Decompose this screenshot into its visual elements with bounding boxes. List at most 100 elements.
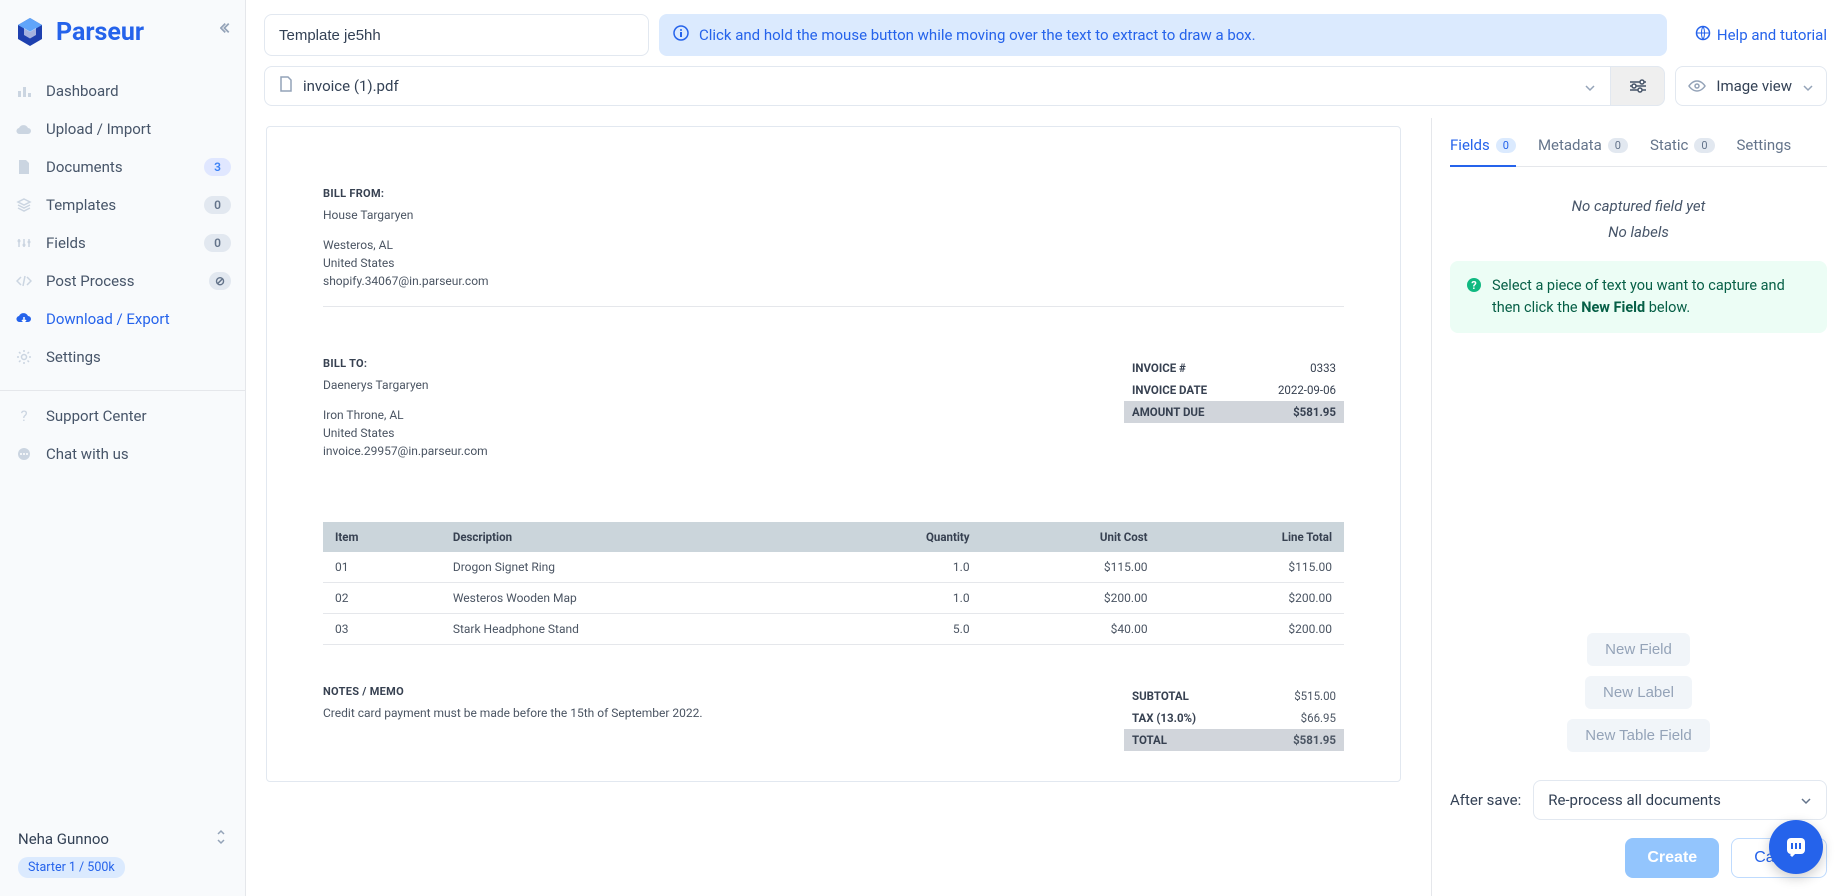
value: 0333 <box>1310 361 1336 375</box>
sidebar-item-settings[interactable]: Settings <box>0 338 245 376</box>
value: $581.95 <box>1293 405 1336 419</box>
new-field-button[interactable]: New Field <box>1587 633 1690 666</box>
cloud-icon <box>14 119 34 139</box>
file-settings-button[interactable] <box>1611 66 1665 106</box>
panel-actions: New Field New Label New Table Field <box>1450 623 1827 762</box>
tab-settings[interactable]: Settings <box>1737 136 1792 166</box>
badge: 0 <box>204 234 231 252</box>
sidebar-item-documents[interactable]: Documents3 <box>0 148 245 186</box>
new-table-field-button[interactable]: New Table Field <box>1567 719 1709 752</box>
svg-text:?: ? <box>1471 279 1477 292</box>
file-icon <box>279 76 293 96</box>
value: 2022-09-06 <box>1278 383 1336 397</box>
template-name-input[interactable] <box>264 14 649 56</box>
cell-desc: Westeros Wooden Map <box>441 583 814 614</box>
label: AMOUNT DUE <box>1132 405 1204 419</box>
label: Download / Export <box>46 310 231 328</box>
col-cost: Unit Cost <box>982 522 1160 552</box>
label: SUBTOTAL <box>1132 689 1189 703</box>
tab-fields[interactable]: Fields 0 <box>1450 136 1516 166</box>
help-tutorial-link[interactable]: Help and tutorial <box>1695 25 1827 45</box>
tip-post: below. <box>1645 299 1690 316</box>
tab-static[interactable]: Static 0 <box>1650 136 1715 166</box>
label: Settings <box>1737 136 1792 154</box>
after-save-select[interactable]: Re-process all documents <box>1533 780 1827 820</box>
label: INVOICE DATE <box>1132 383 1207 397</box>
chevron-down-icon <box>1802 77 1814 96</box>
sidebar-collapse-button[interactable] <box>217 18 237 38</box>
sidebar-item-fields[interactable]: Fields0 <box>0 224 245 262</box>
cell-total: $200.00 <box>1160 614 1344 645</box>
cell-qty: 1.0 <box>814 552 982 583</box>
cell-desc: Drogon Signet Ring <box>441 552 814 583</box>
sidebar-item-post-process[interactable]: Post Process⊘ <box>0 262 245 300</box>
bill-from-email: shopify.34067@in.parseur.com <box>323 274 1344 288</box>
cell-item: 01 <box>323 552 441 583</box>
document-page[interactable]: BILL FROM: House Targaryen Westeros, AL … <box>266 126 1401 782</box>
label: Fields <box>46 234 204 252</box>
cell-desc: Stark Headphone Stand <box>441 614 814 645</box>
new-label-button[interactable]: New Label <box>1585 676 1692 709</box>
label: INVOICE # <box>1132 361 1186 375</box>
layers-icon <box>14 195 34 215</box>
create-button[interactable]: Create <box>1625 838 1719 878</box>
logo-icon <box>14 16 46 48</box>
view-mode-dropdown[interactable]: Image view <box>1675 66 1827 106</box>
file-toolbar: invoice (1).pdf Image view <box>246 66 1845 118</box>
badge: 0 <box>1496 138 1516 153</box>
chevron-down-icon <box>1800 791 1812 809</box>
label: Settings <box>46 348 231 366</box>
bill-from-addr1: Westeros, AL <box>323 238 1344 252</box>
after-save-row: After save: Re-process all documents <box>1450 780 1827 820</box>
bill-from-name: House Targaryen <box>323 208 1344 222</box>
sidebar-item-support[interactable]: ? Support Center <box>0 397 245 435</box>
sidebar-item-chat[interactable]: Chat with us <box>0 435 245 473</box>
main-area: Click and hold the mouse button while mo… <box>246 0 1845 896</box>
badge: 0 <box>204 196 231 214</box>
tab-metadata[interactable]: Metadata 0 <box>1538 136 1628 166</box>
user-menu[interactable]: Neha Gunnoo <box>18 829 227 849</box>
divider <box>323 306 1344 307</box>
col-qty: Quantity <box>814 522 982 552</box>
eye-icon <box>1688 77 1706 96</box>
file-dropdown[interactable]: invoice (1).pdf <box>264 66 1611 106</box>
sidebar-item-download-export[interactable]: Download / Export <box>0 300 245 338</box>
sidebar-item-dashboard[interactable]: Dashboard <box>0 72 245 110</box>
document-scroll[interactable]: BILL FROM: House Targaryen Westeros, AL … <box>266 126 1417 896</box>
cell-cost: $40.00 <box>982 614 1160 645</box>
label: Post Process <box>46 272 209 290</box>
chat-icon <box>14 444 34 464</box>
notes-text: Credit card payment must be made before … <box>323 706 1084 720</box>
file-name: invoice (1).pdf <box>303 77 1574 95</box>
file-selector: invoice (1).pdf <box>264 66 1665 106</box>
intercom-chat-button[interactable] <box>1769 820 1823 874</box>
cell-cost: $115.00 <box>982 552 1160 583</box>
invoice-meta: INVOICE # 0333 INVOICE DATE 2022-09-06 AMO… <box>1124 357 1344 462</box>
label: TOTAL <box>1132 733 1167 747</box>
cell-item: 03 <box>323 614 441 645</box>
tip-bold: New Field <box>1581 299 1645 316</box>
download-icon <box>14 309 34 329</box>
sidebar-item-upload-import[interactable]: Upload / Import <box>0 110 245 148</box>
hint-text: Click and hold the mouse button while mo… <box>699 26 1256 44</box>
value: $66.95 <box>1301 711 1336 725</box>
empty-labels-text: No labels <box>1450 223 1827 241</box>
bill-to-title: BILL TO: <box>323 357 1084 370</box>
document-viewer: BILL FROM: House Targaryen Westeros, AL … <box>246 118 1431 896</box>
bill-to-name: Daenerys Targaryen <box>323 378 1084 392</box>
label: Support Center <box>46 407 231 425</box>
label: Image view <box>1716 77 1792 95</box>
bill-from-title: BILL FROM: <box>323 187 1344 200</box>
label: Chat with us <box>46 445 231 463</box>
code-icon <box>14 271 34 291</box>
empty-fields-text: No captured field yet <box>1450 197 1827 215</box>
sliders-icon <box>14 233 34 253</box>
notes-title: NOTES / MEMO <box>323 685 1084 698</box>
col-total: Line Total <box>1160 522 1344 552</box>
sidebar-item-templates[interactable]: Templates0 <box>0 186 245 224</box>
logo-text: Parseur <box>56 18 144 47</box>
hint-banner: Click and hold the mouse button while mo… <box>659 14 1667 56</box>
table-row: 03Stark Headphone Stand5.0$40.00$200.00 <box>323 614 1344 645</box>
sidebar-nav: DashboardUpload / ImportDocuments3Templa… <box>0 64 245 384</box>
sidebar-header: Parseur <box>0 0 245 64</box>
